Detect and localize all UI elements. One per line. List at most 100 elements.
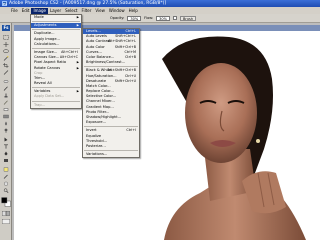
menu-item-label: Curves... [86, 49, 102, 54]
menu-item-label: Trap... [34, 102, 46, 107]
menu-item-label: Rotate Canvas [34, 65, 61, 70]
menu-item-label: Gradient Map... [86, 104, 114, 109]
window-title: Adobe Photoshop CS2 - [A009517.dng @ 27.… [9, 1, 167, 6]
menu-item-label: Channel Mixer... [86, 99, 115, 104]
dodge-tool-icon[interactable] [3, 128, 9, 133]
tools-panel: Fs [0, 23, 12, 240]
move-tool-icon[interactable] [3, 42, 9, 47]
menu-item-label: Pixel Aspect Ratio [34, 60, 67, 65]
menu-item-label: Hue/Saturation... [86, 73, 117, 78]
image-menu-item-apply-data-set: Apply Data Set... [31, 94, 81, 99]
menu-separator [32, 87, 80, 89]
menu-item-label: Invert [86, 128, 97, 133]
menu-item-label: Brightness/Contrast... [86, 60, 126, 65]
menu-item-label: Reveal All [34, 81, 52, 86]
menu-item-label: Desaturate [86, 78, 107, 83]
menu-help[interactable]: Help [127, 8, 140, 14]
menu-item-label: Exposure... [86, 120, 107, 125]
submenu-arrow-icon: ▶ [76, 23, 79, 28]
adjustments-item-brightness-contrast[interactable]: Brightness/Contrast... [83, 60, 139, 65]
menu-item-label: Duplicate... [34, 31, 55, 36]
adjustments-item-posterize[interactable]: Posterize... [83, 144, 139, 149]
menu-item-label: Variables [34, 89, 51, 94]
menu-window[interactable]: Window [107, 8, 127, 14]
menu-item-label: Levels... [86, 29, 101, 33]
menu-item-label: Crop [34, 70, 43, 75]
photoshop-logo: Fs [2, 25, 10, 31]
airbrush-checkbox[interactable] [172, 16, 177, 20]
menu-file[interactable]: File [9, 8, 20, 14]
menu-item-label: Apply Data Set... [34, 94, 65, 99]
menu-item-label: Canvas Size... [34, 55, 60, 60]
menu-item-label: Auto Levels [86, 34, 107, 39]
menu-item-label: Selective Color... [86, 94, 117, 99]
menu-item-label: Calculations... [34, 41, 60, 46]
gradient-tool-icon[interactable] [3, 114, 9, 119]
menu-item-label: Variations... [86, 152, 108, 157]
brush-tool-icon[interactable] [3, 86, 9, 91]
healing-brush-tool-icon[interactable] [3, 79, 9, 84]
menu-separator [32, 47, 80, 49]
slice-tool-icon[interactable] [3, 70, 9, 75]
menu-separator [32, 21, 80, 23]
menu-filter[interactable]: Filter [79, 8, 93, 14]
menu-item-label: Auto Color [86, 44, 105, 49]
flow-field[interactable]: 30% [156, 15, 170, 21]
menu-item-label: Shadow/Highlight... [86, 115, 122, 119]
magic-wand-tool-icon[interactable] [3, 56, 9, 61]
menu-edit[interactable]: Edit [20, 8, 32, 14]
crop-tool-icon[interactable] [3, 63, 9, 68]
screen-mode-icon[interactable] [2, 219, 10, 224]
color-swatches-icon[interactable] [1, 197, 11, 207]
menu-image[interactable]: Image [31, 7, 48, 14]
adjustments-item-variations[interactable]: Variations... [83, 152, 139, 157]
hand-tool-icon[interactable] [3, 181, 9, 186]
path-selection-tool-icon[interactable] [3, 137, 9, 142]
menu-layer[interactable]: Layer [48, 8, 63, 14]
clone-stamp-tool-icon[interactable] [3, 93, 9, 98]
menu-separator [84, 150, 138, 152]
menu-item-label: Replace Color... [86, 89, 114, 94]
submenu-arrow-icon: ▶ [76, 15, 79, 19]
pen-tool-icon[interactable] [3, 151, 9, 156]
type-tool-icon[interactable] [3, 144, 9, 149]
notes-tool-icon[interactable] [3, 167, 9, 172]
image-menu-item-mode[interactable]: Mode ▶ [31, 15, 81, 20]
image-menu-item-adjustments[interactable]: Adjustments ▶ [31, 23, 81, 29]
brush-button[interactable]: Brush [179, 15, 197, 21]
menu-select[interactable]: Select [63, 8, 79, 14]
shape-tool-icon[interactable] [3, 158, 9, 163]
opacity-label: Opacity: [110, 16, 125, 20]
quick-mask-icon[interactable] [2, 211, 10, 216]
photoshop-app-icon: Ps [2, 1, 7, 6]
menu-item-label: Adjustments [34, 23, 57, 28]
title-bar: Ps Adobe Photoshop CS2 - [A009517.dng @ … [0, 0, 320, 7]
image-menu-dropdown: Mode ▶ Adjustments ▶ Duplicate... Apply Image… [30, 14, 82, 109]
menu-view[interactable]: View [93, 8, 107, 14]
marquee-tool-icon[interactable] [3, 35, 9, 40]
opacity-field[interactable]: 30% [127, 15, 142, 21]
zoom-tool-icon[interactable] [3, 188, 9, 193]
menu-separator [84, 126, 138, 128]
menu-item-label: Match Color... [86, 83, 111, 88]
menu-item-label: Trim... [34, 75, 46, 80]
menu-separator [84, 66, 138, 68]
eraser-tool-icon[interactable] [3, 107, 9, 112]
eyedropper-tool-icon[interactable] [3, 174, 9, 179]
menu-separator [32, 29, 80, 31]
menu-item-label: Threshold... [86, 138, 108, 143]
blur-tool-icon[interactable] [3, 121, 9, 126]
image-menu-item-calculations[interactable]: Calculations... [31, 42, 81, 47]
image-menu-item-trap: Trap... [31, 103, 81, 108]
lasso-tool-icon[interactable] [3, 49, 9, 54]
menu-item-label: Apply Image... [34, 36, 60, 41]
menu-item-label: Posterize... [86, 143, 106, 148]
menu-bar: File Edit Image Layer Select Filter View… [0, 7, 320, 14]
menu-item-label: Photo Filter... [86, 109, 110, 114]
menu-item-label: Mode [34, 15, 44, 19]
menu-item-label: Equalize [86, 133, 102, 138]
menu-item-label: Color Balance... [86, 54, 115, 59]
image-menu-item-reveal-all[interactable]: Reveal All [31, 81, 81, 86]
history-brush-tool-icon[interactable] [3, 100, 9, 105]
adjustments-item-exposure[interactable]: Exposure... [83, 120, 139, 125]
